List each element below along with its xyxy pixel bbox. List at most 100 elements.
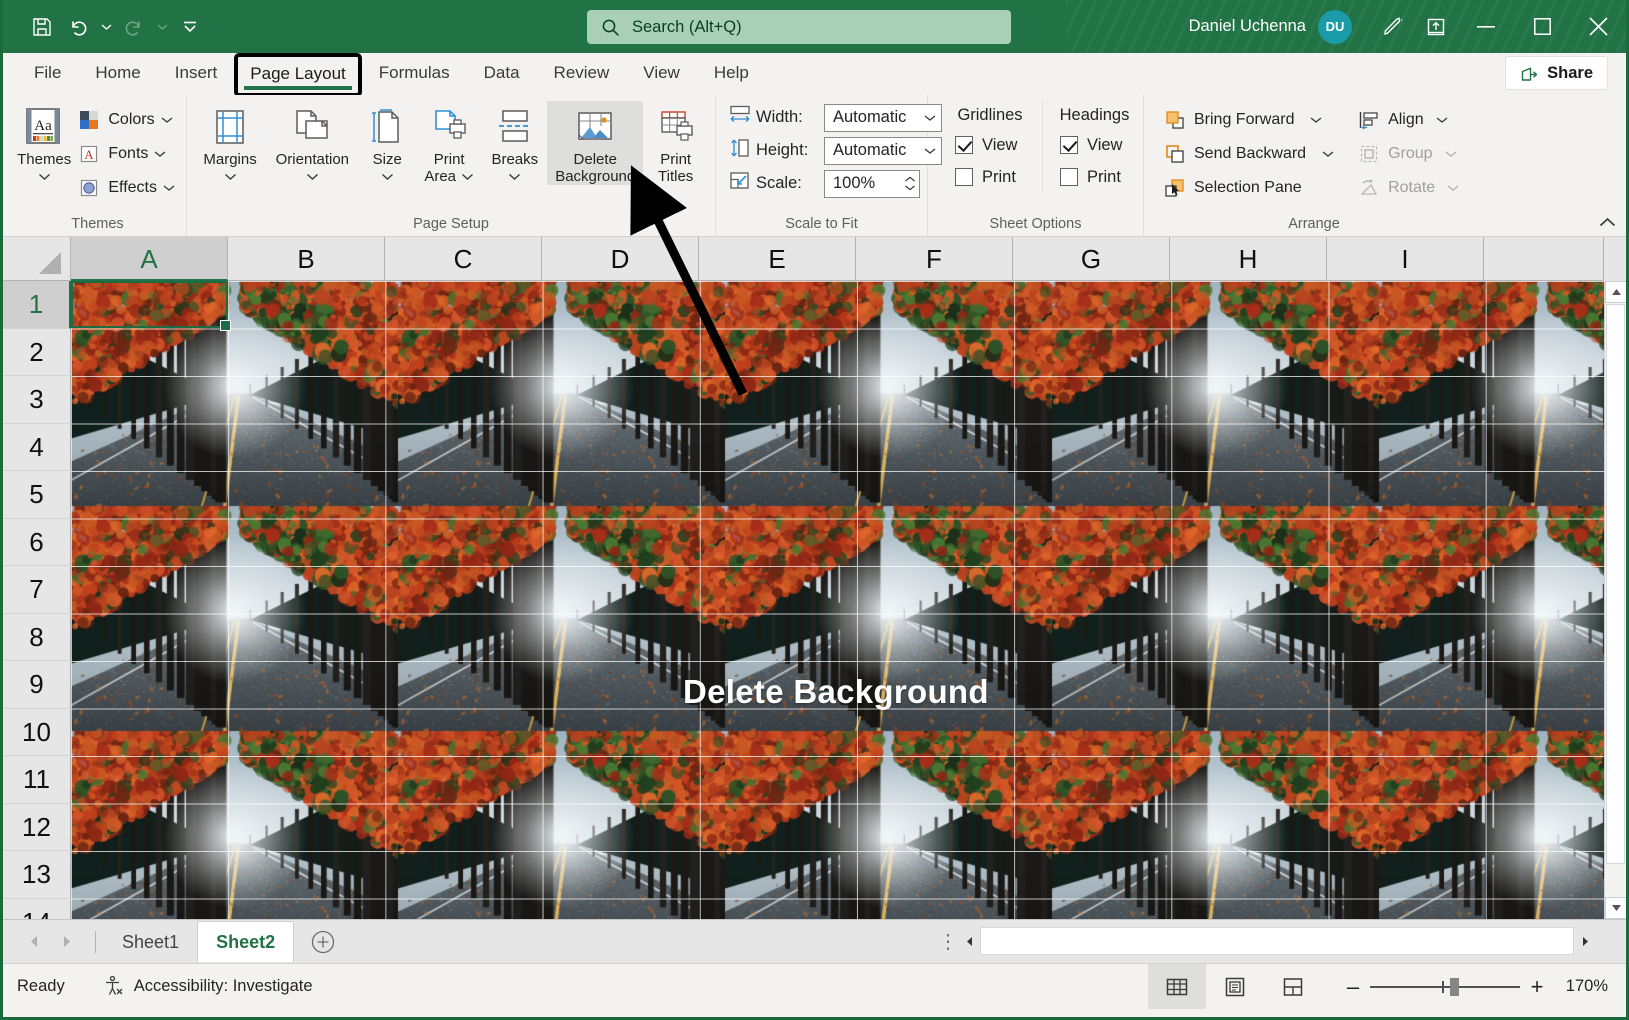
- scroll-up-arrow-icon[interactable]: [1605, 281, 1626, 303]
- sheet-tab-sheet2[interactable]: Sheet2: [197, 921, 294, 962]
- column-header-partial[interactable]: [1484, 237, 1604, 281]
- add-sheet-button[interactable]: [308, 927, 338, 957]
- row-header-13[interactable]: 13: [3, 851, 71, 899]
- row-header-4[interactable]: 4: [3, 424, 71, 472]
- select-all-corner[interactable]: [3, 237, 71, 281]
- zoom-in-button[interactable]: +: [1520, 974, 1554, 1000]
- print-titles-button[interactable]: Print Titles: [643, 101, 708, 185]
- chevron-down-icon[interactable]: [461, 168, 474, 185]
- minimize-icon[interactable]: [1458, 0, 1514, 53]
- chevron-down-icon[interactable]: [154, 150, 166, 158]
- headings-print-row[interactable]: Print: [1047, 161, 1142, 193]
- bring-forward-button[interactable]: Bring Forward: [1158, 104, 1338, 136]
- collapse-ribbon-icon[interactable]: [1596, 212, 1618, 232]
- avatar[interactable]: DU: [1318, 10, 1352, 44]
- tab-page-layout[interactable]: Page Layout: [234, 53, 361, 97]
- column-header-D[interactable]: D: [542, 237, 699, 281]
- ink-pen-icon[interactable]: [1370, 0, 1414, 53]
- previous-sheet-icon[interactable]: [19, 925, 49, 959]
- headings-print-checkbox[interactable]: [1060, 168, 1078, 186]
- row-header-8[interactable]: 8: [3, 614, 71, 662]
- row-header-6[interactable]: 6: [3, 519, 71, 567]
- row-header-9[interactable]: 9: [3, 661, 71, 709]
- scroll-down-arrow-icon[interactable]: [1605, 897, 1626, 919]
- zoom-slider[interactable]: [1370, 976, 1520, 998]
- orientation-button[interactable]: Orientation: [266, 101, 358, 185]
- save-icon[interactable]: [25, 10, 59, 44]
- row-header-7[interactable]: 7: [3, 566, 71, 614]
- size-button[interactable]: Size: [359, 101, 416, 185]
- align-button[interactable]: Align: [1352, 104, 1463, 136]
- column-header-H[interactable]: H: [1170, 237, 1327, 281]
- height-select[interactable]: Automatic: [824, 137, 942, 165]
- selection-pane-button[interactable]: Selection Pane: [1158, 172, 1338, 204]
- column-header-I[interactable]: I: [1327, 237, 1484, 281]
- headings-view-row[interactable]: View: [1047, 129, 1142, 161]
- column-header-E[interactable]: E: [699, 237, 856, 281]
- horizontal-scroll-track[interactable]: [980, 927, 1574, 955]
- theme-fonts-button[interactable]: A Fonts: [72, 138, 179, 170]
- next-sheet-icon[interactable]: [51, 925, 81, 959]
- search-input[interactable]: Search (Alt+Q): [587, 10, 1011, 44]
- width-select[interactable]: Automatic: [824, 104, 942, 132]
- ribbon-display-options-icon[interactable]: [1414, 0, 1458, 53]
- tab-file[interactable]: File: [17, 53, 78, 95]
- send-backward-button[interactable]: Send Backward: [1158, 138, 1338, 170]
- gridlines-print-row[interactable]: Print: [942, 161, 1038, 193]
- gridlines-print-checkbox[interactable]: [955, 168, 973, 186]
- tab-help[interactable]: Help: [697, 53, 766, 95]
- delete-background-button[interactable]: Delete Background: [547, 101, 643, 185]
- chevron-down-icon[interactable]: [163, 184, 175, 192]
- zoom-percentage[interactable]: 170%: [1554, 977, 1626, 996]
- chevron-down-icon[interactable]: [38, 168, 51, 185]
- spinner-arrows[interactable]: [904, 176, 916, 191]
- theme-effects-button[interactable]: Effects: [72, 172, 179, 204]
- chevron-down-icon[interactable]: [1436, 116, 1448, 124]
- vertical-scroll-thumb[interactable]: [1606, 304, 1625, 864]
- chevron-down-icon[interactable]: [508, 168, 521, 185]
- column-header-B[interactable]: B: [228, 237, 385, 281]
- row-header-3[interactable]: 3: [3, 376, 71, 424]
- chevron-down-icon[interactable]: [1310, 116, 1322, 124]
- theme-colors-button[interactable]: Colors: [72, 104, 179, 136]
- tab-home[interactable]: Home: [78, 53, 157, 95]
- scroll-right-arrow-icon[interactable]: [1574, 926, 1596, 956]
- themes-button[interactable]: Aa Themes: [16, 101, 72, 185]
- tab-data[interactable]: Data: [467, 53, 537, 95]
- close-icon[interactable]: [1570, 0, 1626, 53]
- selected-cell-A1[interactable]: [71, 281, 228, 328]
- column-header-A[interactable]: A: [71, 237, 228, 281]
- customize-qat-icon[interactable]: [173, 10, 207, 44]
- tab-formulas[interactable]: Formulas: [362, 53, 467, 95]
- column-header-G[interactable]: G: [1013, 237, 1170, 281]
- headings-view-checkbox[interactable]: [1060, 136, 1078, 154]
- chevron-down-icon[interactable]: [1322, 150, 1334, 158]
- print-area-button[interactable]: Print Area: [416, 101, 483, 185]
- chevron-down-icon[interactable]: [381, 168, 394, 185]
- page-layout-view-button[interactable]: [1206, 964, 1264, 1009]
- tab-review[interactable]: Review: [537, 53, 627, 95]
- normal-view-button[interactable]: [1148, 964, 1206, 1009]
- tab-insert[interactable]: Insert: [158, 53, 235, 95]
- gridlines-view-row[interactable]: View: [942, 129, 1038, 161]
- undo-icon[interactable]: [61, 10, 95, 44]
- breaks-button[interactable]: Breaks: [482, 101, 547, 185]
- chevron-down-icon[interactable]: [161, 116, 173, 124]
- maximize-icon[interactable]: [1514, 0, 1570, 53]
- redo-dropdown-chevron-icon[interactable]: [153, 10, 171, 44]
- page-break-preview-button[interactable]: [1264, 964, 1322, 1009]
- tab-view[interactable]: View: [626, 53, 697, 95]
- gridlines-view-checkbox[interactable]: [955, 136, 973, 154]
- zoom-out-button[interactable]: –: [1336, 974, 1370, 1000]
- redo-icon[interactable]: [117, 10, 151, 44]
- row-header-12[interactable]: 12: [3, 804, 71, 852]
- sheet-pane-splitter[interactable]: ⋮: [938, 929, 960, 954]
- margins-button[interactable]: Margins: [194, 101, 266, 185]
- horizontal-scrollbar[interactable]: [958, 926, 1596, 956]
- chevron-down-icon[interactable]: [306, 168, 319, 185]
- column-header-C[interactable]: C: [385, 237, 542, 281]
- accessibility-status[interactable]: Accessibility: Investigate: [103, 975, 313, 997]
- undo-dropdown-chevron-icon[interactable]: [97, 10, 115, 44]
- row-header-1[interactable]: 1: [3, 281, 71, 329]
- row-header-2[interactable]: 2: [3, 329, 71, 377]
